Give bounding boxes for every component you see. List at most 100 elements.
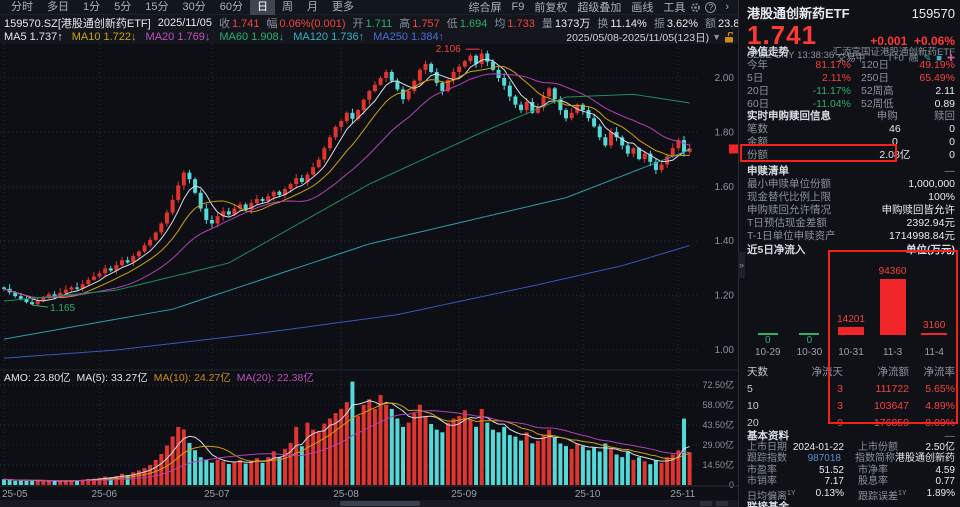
- candle: [143, 245, 147, 251]
- candle: [547, 88, 551, 96]
- collapse-dash-icon2[interactable]: —: [945, 430, 956, 442]
- scrollbar-thumb[interactable]: [340, 501, 420, 506]
- candle: [272, 192, 276, 197]
- tool-综合屏[interactable]: 综合屏: [463, 0, 506, 15]
- candle: [165, 213, 169, 224]
- section-title-shredlist[interactable]: 申赎清单: [747, 165, 789, 178]
- candle: [36, 301, 40, 304]
- chevron-right-icon[interactable]: ›: [720, 1, 734, 13]
- date-range[interactable]: 2025/05/08-2025/11/05(123日): [566, 30, 709, 45]
- candle: [345, 113, 349, 121]
- tab-分时[interactable]: 分时: [4, 0, 40, 15]
- volume-bar: [384, 405, 388, 485]
- flow-bar-chart: 010-29010-301420110-319436011-3316011-4: [747, 259, 955, 359]
- collapse-dash-icon[interactable]: —: [945, 165, 956, 178]
- toolbar-right: 综合屏F9前复权超级叠加画线工具? ›: [463, 0, 734, 15]
- ma-legend-MA250: MA250 1.384↑: [373, 31, 444, 43]
- flow-date-label: 11-4: [925, 347, 944, 359]
- volume-bar: [519, 441, 523, 485]
- perf-row: 今年81.17%120日49.19%: [747, 59, 955, 72]
- volume-bar: [412, 413, 416, 485]
- scrollbar-btn2[interactable]: [716, 501, 728, 506]
- perf-value: 2.11: [935, 85, 955, 98]
- price-axis-label: 1.80: [715, 127, 735, 138]
- chevron-down-icon[interactable]: ▼: [712, 32, 721, 42]
- sub-label: 金额: [747, 136, 841, 149]
- panel-collapse-handle[interactable]: »: [738, 252, 745, 278]
- volume-axis-label: 43.50亿: [702, 419, 734, 430]
- tab-60分[interactable]: 60分: [213, 0, 250, 15]
- tab-月[interactable]: 月: [300, 0, 325, 15]
- candle: [603, 137, 607, 145]
- basic-label: 股息率: [858, 476, 888, 487]
- volume-bar: [58, 481, 62, 485]
- tab-5分[interactable]: 5分: [107, 0, 138, 15]
- flow-th-天数: 天数: [747, 364, 789, 381]
- flow-td-days: 5: [747, 381, 789, 398]
- candle: [429, 64, 433, 72]
- subscribe-row: 金额00: [747, 136, 955, 149]
- volume-bar: [227, 464, 231, 485]
- basic-info-section: 基本资料 — 上市日期2024-01-22上市份额2.50亿跟踪指数987018…: [739, 430, 960, 502]
- volume-bar: [570, 449, 574, 485]
- candle: [159, 224, 163, 233]
- tool-工具[interactable]: 工具: [658, 0, 690, 15]
- candle: [148, 240, 152, 245]
- field-低: 低1.694: [447, 15, 488, 31]
- help-icon[interactable]: ?: [705, 2, 716, 13]
- volume-bar: [350, 382, 354, 485]
- candle: [390, 72, 394, 81]
- candle: [553, 88, 557, 99]
- scrollbar-btn[interactable]: [700, 501, 712, 506]
- tab-多日[interactable]: 多日: [40, 0, 76, 15]
- field-value: 0.06%(0.001): [280, 18, 346, 30]
- section-title-basic[interactable]: 基本资料: [747, 430, 789, 442]
- volume-bar: [356, 416, 360, 485]
- volume-bar: [272, 451, 276, 485]
- tab-1分[interactable]: 1分: [76, 0, 107, 15]
- tool-F9[interactable]: F9: [506, 1, 529, 13]
- flow-table: 天数净流天净流额净流率531117225.65%1031036474.89%20…: [747, 364, 955, 432]
- flow-date-label: 10-29: [755, 347, 781, 359]
- tab-日[interactable]: 日: [250, 0, 275, 15]
- unlock-icon[interactable]: [724, 32, 734, 43]
- candle: [564, 110, 568, 118]
- volume-bar: [660, 463, 664, 485]
- section-title-subscribe[interactable]: 实时申购赎回信息: [747, 110, 841, 123]
- candlestick-chart[interactable]: 2.001.801.601.401.201.0072.50亿58.00亿43.5…: [0, 44, 738, 507]
- field-label: 低: [447, 18, 458, 30]
- ma-line: [4, 74, 690, 298]
- tool-画线[interactable]: 画线: [626, 0, 658, 15]
- volume-bar: [2, 479, 6, 485]
- price-axis-label: 2.00: [715, 73, 735, 84]
- tab-30分[interactable]: 30分: [176, 0, 213, 15]
- horizontal-scrollbar[interactable]: [0, 500, 738, 507]
- ma-line: [4, 246, 690, 359]
- candle: [103, 268, 107, 273]
- volume-legend: AMO: 23.80亿MA(5): 33.27亿MA(10): 24.27亿MA…: [4, 370, 320, 385]
- flow-td-value: 3: [789, 381, 843, 398]
- tool-前复权[interactable]: 前复权: [529, 0, 572, 15]
- volume-bar: [238, 460, 242, 485]
- volume-bar: [474, 427, 478, 485]
- section-title-flow[interactable]: 近5日净流入: [747, 244, 805, 257]
- volume-bar: [525, 432, 529, 485]
- flow-zero-line: [758, 333, 778, 335]
- ohlc-fields: 收1.741幅0.06%(0.001)开1.711高1.757低1.694均1.…: [219, 15, 764, 31]
- shred-row: T日预估现金差额2392.94元: [747, 217, 955, 230]
- tool-超级叠加[interactable]: 超级叠加: [572, 0, 626, 15]
- tab-更多[interactable]: 更多: [325, 0, 361, 15]
- candle: [322, 148, 326, 159]
- volume-bar: [24, 481, 28, 485]
- volume-bar: [277, 457, 281, 485]
- gear-icon[interactable]: [690, 2, 701, 13]
- tab-15分[interactable]: 15分: [138, 0, 175, 15]
- field-label: 高: [399, 18, 410, 30]
- candle: [379, 78, 383, 85]
- section-title-perf[interactable]: 净值走势: [747, 46, 789, 59]
- section-title-linked[interactable]: 联接基金: [747, 501, 789, 507]
- field-均: 均1.733: [494, 15, 535, 31]
- perf-label: 52周高: [861, 85, 894, 98]
- tab-周[interactable]: 周: [275, 0, 300, 15]
- candle: [592, 118, 596, 126]
